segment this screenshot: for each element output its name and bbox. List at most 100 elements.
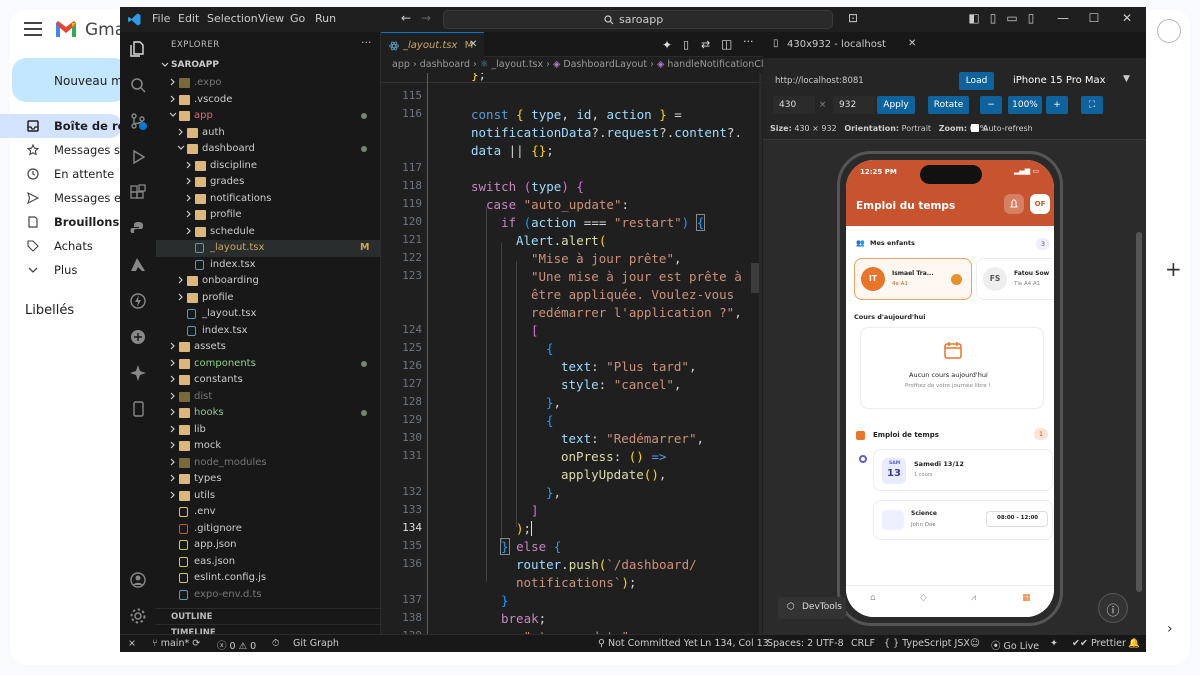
breadcrumb-item[interactable]: dashboard	[420, 59, 470, 70]
tree-folder[interactable]: dashboard	[156, 141, 380, 158]
explorer-icon[interactable]	[129, 40, 147, 58]
profile-avatar[interactable]: OF	[1030, 194, 1050, 214]
tree-folder[interactable]: constants	[156, 372, 380, 389]
day-card[interactable]: SAM 13 Samedi 13/12 1 cours	[873, 449, 1053, 491]
load-button[interactable]: Load	[959, 72, 994, 90]
tree-file[interactable]: .gitignore	[156, 521, 380, 538]
tree-folder[interactable]: grades	[156, 174, 380, 191]
line-ending[interactable]: CRLF	[851, 638, 875, 649]
fullscreen-button[interactable]: ⛶	[1081, 96, 1103, 114]
child-card[interactable]: FS Fatou Sow Tle A4 A1	[976, 258, 1054, 300]
zoom-in-button[interactable]: +	[1046, 96, 1068, 114]
remote-explorer-icon[interactable]	[129, 328, 147, 346]
tree-folder[interactable]: utils	[156, 488, 380, 505]
preview-url[interactable]: http://localhost:8081	[775, 76, 864, 86]
menu-file[interactable]: File	[152, 12, 170, 25]
tree-folder[interactable]: types	[156, 471, 380, 488]
apply-button[interactable]: Apply	[877, 96, 915, 114]
notifications-bell-icon[interactable]: 🔔	[1128, 638, 1140, 649]
tree-file[interactable]: index.tsx	[156, 257, 380, 274]
outline-section[interactable]: OUTLINE	[156, 608, 380, 624]
height-input[interactable]: 932	[833, 96, 875, 114]
split-editor-icon[interactable]: ◫	[721, 37, 732, 51]
more-actions-icon[interactable]: ···	[743, 35, 754, 48]
copilot-chat-icon[interactable]	[129, 364, 147, 382]
tree-folder[interactable]: lib	[156, 422, 380, 439]
tree-file[interactable]: eas.json	[156, 554, 380, 571]
prettier-status[interactable]: ✔✔ Prettier	[1072, 638, 1126, 649]
open-changes-icon[interactable]: ⇄	[701, 38, 710, 51]
main-menu-icon[interactable]	[24, 22, 42, 36]
tree-folder[interactable]: schedule	[156, 224, 380, 241]
calendar-tab-icon[interactable]: ▦	[1022, 593, 1031, 603]
device-select[interactable]: iPhone 15 Pro Max	[1013, 75, 1106, 86]
nav-starred[interactable]: Messages suivis	[0, 138, 122, 162]
tree-folder[interactable]: auth	[156, 125, 380, 142]
chevron-down-icon[interactable]: ▼	[1123, 74, 1130, 84]
breadcrumb-item[interactable]: app	[392, 59, 410, 70]
width-input[interactable]: 430	[773, 96, 815, 114]
menu-run[interactable]: Run	[315, 12, 336, 25]
command-center-search[interactable]: saroapp	[443, 10, 833, 29]
expand-panel-icon[interactable]: ›	[1167, 621, 1173, 637]
tree-folder[interactable]: assets	[156, 339, 380, 356]
menu-edit[interactable]: Edit	[178, 12, 199, 25]
tree-folder[interactable]: app	[156, 108, 380, 125]
minimize-icon[interactable]: —	[1057, 12, 1069, 24]
source-control-icon[interactable]	[129, 112, 147, 130]
account-avatar[interactable]	[1157, 19, 1181, 43]
layout-icon[interactable]: ◧	[968, 12, 980, 24]
tree-file[interactable]: index.tsx	[156, 323, 380, 340]
code-editor[interactable]: 115 116 117 118 119 120 121 122 123 124 …	[381, 73, 763, 634]
breadcrumb-item[interactable]: handleNotificationClick	[667, 59, 763, 70]
tree-folder[interactable]: discipline	[156, 158, 380, 175]
problems-indicator[interactable]: ⓧ 0 ⚠ 0	[217, 638, 256, 652]
tree-folder[interactable]: dist	[156, 389, 380, 406]
editor-scrollbar-thumb[interactable]	[751, 263, 759, 293]
sparkle-icon[interactable]: ✦	[1050, 638, 1058, 649]
nav-more[interactable]: Plus	[0, 258, 122, 282]
tree-folder[interactable]: profile	[156, 290, 380, 307]
breadcrumb-item[interactable]: _layout.tsx	[491, 59, 543, 70]
tree-folder[interactable]: mock	[156, 438, 380, 455]
zoom-level[interactable]: 100%	[1008, 96, 1042, 114]
tree-file[interactable]: .env	[156, 504, 380, 521]
toggle-panel-icon[interactable]: ▭	[1006, 12, 1018, 24]
close-icon[interactable]: ✕	[1121, 12, 1133, 24]
indentation[interactable]: Spaces: 2	[767, 638, 813, 649]
tree-folder[interactable]: profile	[156, 207, 380, 224]
expo-tools-icon[interactable]	[129, 292, 147, 310]
rotate-button[interactable]: Rotate	[928, 96, 969, 114]
auto-refresh-checkbox[interactable]	[971, 124, 979, 132]
tree-file[interactable]: _layout.tsx	[156, 306, 380, 323]
history-icon[interactable]: ⏱	[272, 638, 279, 649]
tree-folder[interactable]: .expo	[156, 75, 380, 92]
tree-folder[interactable]: components	[156, 356, 380, 373]
extensions-icon[interactable]	[129, 184, 147, 202]
copilot-status-icon[interactable]: ☺	[970, 638, 980, 649]
remote-indicator-icon[interactable]: ⨯	[128, 638, 136, 649]
tree-folder[interactable]: .vscode	[156, 92, 380, 109]
tree-folder[interactable]: node_modules	[156, 455, 380, 472]
git-graph-button[interactable]: Git Graph	[293, 638, 339, 649]
toggle-sidebar-icon[interactable]: ▯	[987, 12, 999, 24]
tree-file[interactable]: expo-env.d.ts	[156, 587, 380, 604]
back-arrow-icon[interactable]: ←	[400, 12, 412, 24]
nav-inbox[interactable]: Boîte de réception	[0, 114, 122, 138]
maximize-icon[interactable]: ☐	[1088, 12, 1100, 24]
preview-tab-label[interactable]: 430x932 - localhost	[787, 39, 886, 50]
bell-icon[interactable]	[1004, 194, 1024, 214]
encoding[interactable]: UTF-8	[816, 638, 844, 649]
compose-button[interactable]: Nouveau message	[12, 58, 127, 102]
language-mode[interactable]: { } TypeScript JSX	[884, 638, 970, 649]
tree-folder[interactable]: hooks	[156, 405, 380, 422]
nav-snoozed[interactable]: En attente	[0, 162, 122, 186]
add-addon-icon[interactable]: +	[1165, 257, 1182, 281]
toggle-secondary-sidebar-icon[interactable]: ▯	[1025, 12, 1037, 24]
close-tab-icon[interactable]: ✕	[469, 39, 477, 50]
go-live-button[interactable]: ⦿ Go Live	[991, 638, 1039, 652]
child-card-selected[interactable]: IT Ismael Tra... 4e A1	[854, 258, 972, 300]
nav-drafts[interactable]: Brouillons	[0, 210, 122, 234]
copilot-icon[interactable]: ⊡	[844, 12, 862, 24]
tree-folder[interactable]: notifications	[156, 191, 380, 208]
